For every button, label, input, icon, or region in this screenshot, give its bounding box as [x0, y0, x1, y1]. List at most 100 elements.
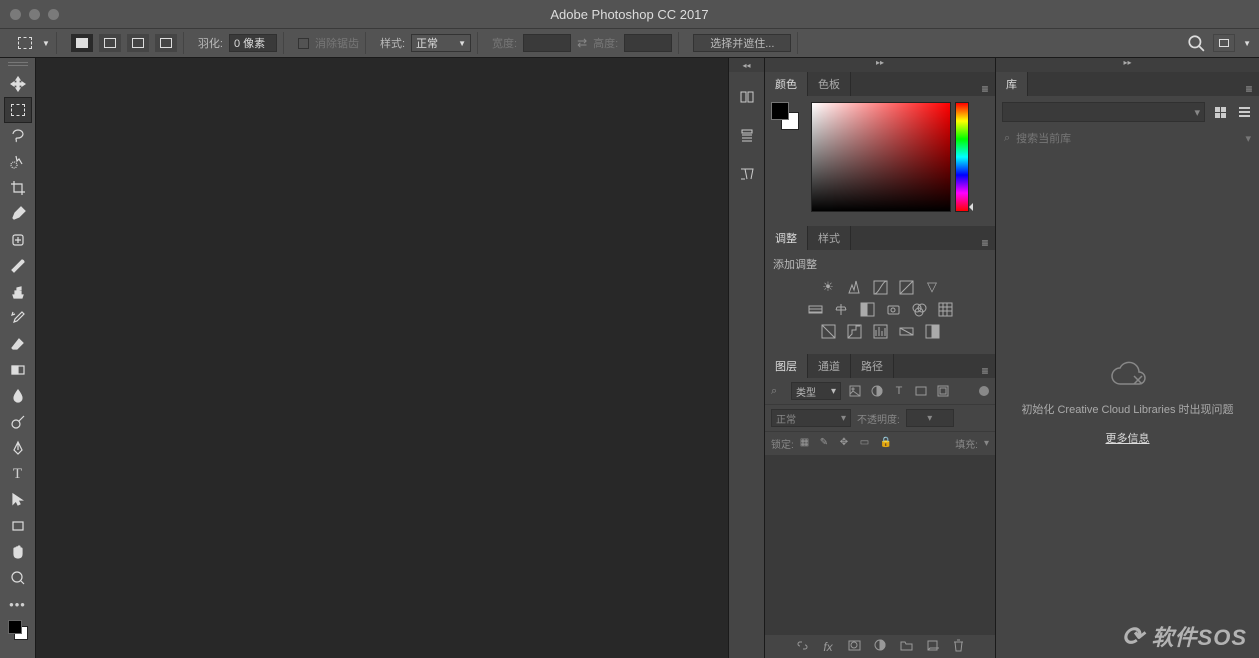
filter-toggle[interactable] — [979, 386, 989, 396]
character-panel-icon[interactable] — [734, 160, 760, 186]
clone-stamp-tool[interactable] — [5, 280, 31, 304]
layer-mask-icon[interactable] — [847, 639, 861, 655]
blur-tool[interactable] — [5, 384, 31, 408]
dodge-tool[interactable] — [5, 410, 31, 434]
chevron-down-icon[interactable]: ▾ — [1245, 132, 1251, 145]
link-layers-icon[interactable] — [795, 639, 809, 655]
curves-icon[interactable] — [871, 278, 889, 296]
tab-swatches[interactable]: 色板 — [808, 72, 851, 96]
invert-icon[interactable] — [819, 322, 837, 340]
layer-filter-kind-select[interactable]: 类型▾ — [791, 382, 841, 400]
tab-paths[interactable]: 路径 — [851, 354, 894, 378]
photo-filter-icon[interactable] — [884, 300, 902, 318]
gradient-tool[interactable] — [5, 358, 31, 382]
panel-menu-icon[interactable]: ≡ — [1239, 82, 1259, 96]
tool-preset-picker[interactable] — [14, 34, 36, 52]
pen-tool[interactable] — [5, 436, 31, 460]
layer-group-icon[interactable] — [899, 639, 913, 655]
posterize-icon[interactable] — [845, 322, 863, 340]
selection-new-button[interactable] — [71, 34, 93, 52]
lasso-tool[interactable] — [5, 124, 31, 148]
fill-label: 填充: — [955, 436, 978, 451]
selection-subtract-button[interactable] — [127, 34, 149, 52]
collapse-panels-icon[interactable]: ▸▸ — [765, 58, 995, 67]
tab-styles[interactable]: 样式 — [808, 226, 851, 250]
library-more-link[interactable]: 更多信息 — [1106, 430, 1150, 446]
hue-sat-icon[interactable] — [806, 300, 824, 318]
filter-type-icon[interactable]: T — [891, 383, 907, 399]
selective-color-icon[interactable] — [923, 322, 941, 340]
vibrance-icon[interactable]: ▽ — [923, 278, 941, 296]
gradient-map-icon[interactable] — [897, 322, 915, 340]
select-and-mask-button[interactable]: 选择并遮住... — [693, 34, 791, 52]
tab-layers[interactable]: 图层 — [765, 354, 808, 378]
history-panel-icon[interactable] — [734, 84, 760, 110]
color-balance-icon[interactable] — [832, 300, 850, 318]
screen-mode-button[interactable] — [1213, 34, 1235, 52]
delete-layer-icon[interactable] — [951, 639, 965, 655]
panel-menu-icon[interactable]: ≡ — [975, 82, 995, 96]
minimize-window-icon[interactable] — [29, 9, 40, 20]
height-label: 高度: — [593, 35, 618, 51]
shape-tool[interactable] — [5, 514, 31, 538]
layer-search-icon[interactable]: ⌕ — [771, 385, 785, 398]
hand-tool[interactable] — [5, 540, 31, 564]
edit-toolbar-icon[interactable]: ••• — [5, 592, 31, 616]
library-error-text: 初始化 Creative Cloud Libraries 时出现问题 — [1021, 402, 1233, 419]
panel-menu-icon[interactable]: ≡ — [975, 236, 995, 250]
collapse-library-icon[interactable]: ▸▸ — [996, 58, 1259, 67]
color-swatches[interactable] — [5, 618, 31, 642]
path-select-tool[interactable] — [5, 488, 31, 512]
selection-add-button[interactable] — [99, 34, 121, 52]
marquee-tool[interactable] — [5, 98, 31, 122]
library-search-placeholder[interactable]: 搜索当前库 — [1016, 130, 1239, 146]
filter-shape-icon[interactable] — [913, 383, 929, 399]
grid-view-icon[interactable] — [1211, 103, 1229, 121]
eraser-tool[interactable] — [5, 332, 31, 356]
close-window-icon[interactable] — [10, 9, 21, 20]
chevron-down-icon[interactable]: ▼ — [42, 39, 50, 48]
list-view-icon[interactable] — [1235, 103, 1253, 121]
style-select[interactable]: 正常▼ — [411, 34, 471, 52]
levels-icon[interactable] — [845, 278, 863, 296]
chevron-down-icon[interactable]: ▼ — [1243, 39, 1251, 48]
feather-input[interactable] — [229, 34, 277, 52]
channel-mixer-icon[interactable] — [910, 300, 928, 318]
layer-fx-icon[interactable]: fx — [821, 640, 835, 654]
fill-input: ▾ — [984, 438, 989, 449]
tab-channels[interactable]: 通道 — [808, 354, 851, 378]
panel-menu-icon[interactable]: ≡ — [975, 364, 995, 378]
healing-brush-tool[interactable] — [5, 228, 31, 252]
brightness-contrast-icon[interactable]: ☀ — [819, 278, 837, 296]
color-field[interactable] — [811, 102, 951, 212]
expand-dock-icon[interactable]: ◂◂ — [742, 61, 750, 70]
tab-library[interactable]: 库 — [996, 72, 1028, 96]
search-icon[interactable] — [1187, 34, 1205, 52]
tab-adjustments[interactable]: 调整 — [765, 226, 808, 250]
history-brush-tool[interactable] — [5, 306, 31, 330]
filter-pixel-icon[interactable] — [847, 383, 863, 399]
filter-adjust-icon[interactable] — [869, 383, 885, 399]
filter-smart-icon[interactable] — [935, 383, 951, 399]
new-layer-icon[interactable] — [925, 639, 939, 655]
eyedropper-tool[interactable] — [5, 202, 31, 226]
adjustment-layer-icon[interactable] — [873, 639, 887, 655]
tab-color[interactable]: 颜色 — [765, 72, 808, 96]
move-tool[interactable] — [5, 72, 31, 96]
black-white-icon[interactable] — [858, 300, 876, 318]
crop-tool[interactable] — [5, 176, 31, 200]
zoom-tool[interactable] — [5, 566, 31, 590]
hue-strip[interactable] — [955, 102, 969, 212]
color-swatch-pair[interactable] — [771, 102, 799, 130]
lock-position-icon: ✥ — [840, 437, 854, 451]
maximize-window-icon[interactable] — [48, 9, 59, 20]
selection-intersect-button[interactable] — [155, 34, 177, 52]
color-lookup-icon[interactable] — [936, 300, 954, 318]
library-select[interactable]: ▾ — [1002, 102, 1205, 122]
threshold-icon[interactable] — [871, 322, 889, 340]
quick-select-tool[interactable] — [5, 150, 31, 174]
brush-tool[interactable] — [5, 254, 31, 278]
exposure-icon[interactable] — [897, 278, 915, 296]
type-tool[interactable]: T — [5, 462, 31, 486]
properties-panel-icon[interactable] — [734, 122, 760, 148]
